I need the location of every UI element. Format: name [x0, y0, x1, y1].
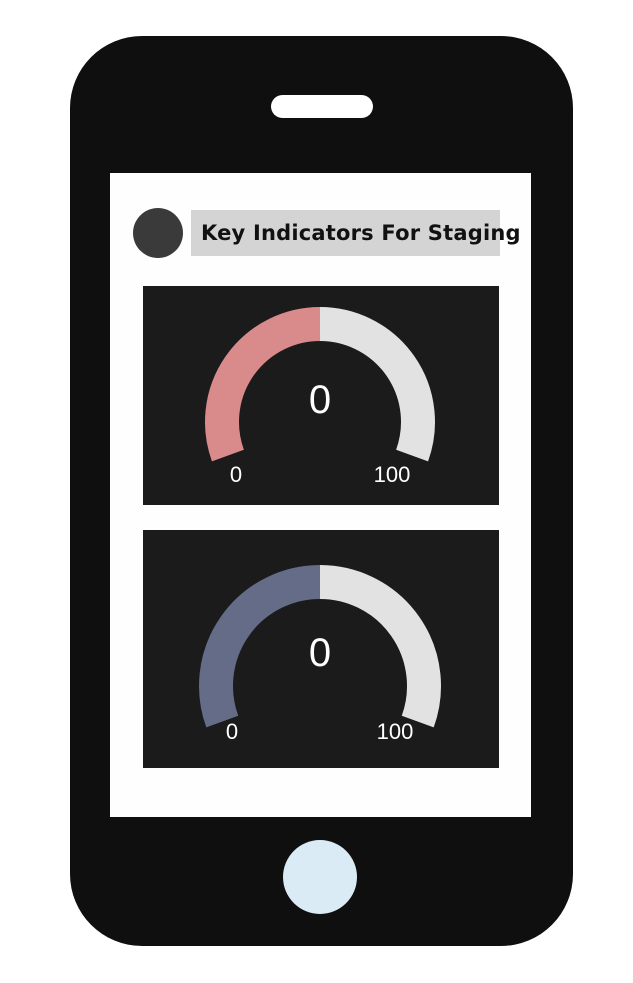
gauge-2-max-label: 100 — [377, 719, 414, 744]
gauge-1: 0 0 100 — [205, 307, 435, 487]
gauge-1-value: 0 — [309, 378, 331, 422]
page-title: Key Indicators For Staging — [201, 221, 521, 245]
gauge-card-1: 0 0 100 — [143, 286, 499, 505]
gauge-1-accent — [205, 307, 321, 462]
gauge-2-accent — [199, 565, 321, 728]
avatar[interactable] — [133, 208, 183, 258]
page-title-box: Key Indicators For Staging — [191, 210, 521, 256]
gauge-2: 0 0 100 — [199, 565, 441, 744]
gauge-1-max-label: 100 — [374, 462, 411, 487]
gauge-2-track — [319, 565, 441, 728]
gauge-1-min-label: 0 — [230, 462, 242, 487]
gauge-2-value: 0 — [309, 631, 331, 675]
phone-speaker — [271, 95, 373, 118]
gauge-card-2: 0 0 100 — [143, 530, 499, 768]
gauge-1-track — [319, 307, 435, 462]
home-button[interactable] — [283, 840, 357, 914]
gauge-2-min-label: 0 — [226, 719, 238, 744]
